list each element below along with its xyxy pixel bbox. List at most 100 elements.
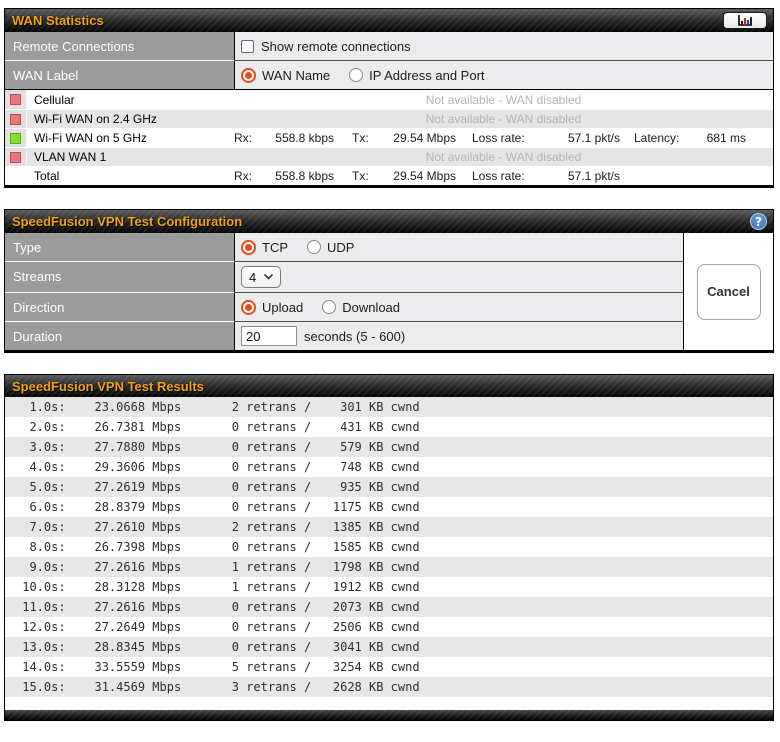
stat-label: Loss rate:	[472, 169, 525, 183]
wan-stats: Not available - WAN disabled	[234, 90, 773, 109]
wan-name-radio[interactable]	[241, 68, 256, 83]
stat-sp-rx: Rx: 558.8 kbps	[234, 169, 334, 183]
stat-value: 558.8 kbps	[275, 169, 334, 183]
udp-radio[interactable]	[307, 240, 321, 254]
stat-value: 57.1 pkt/s	[568, 131, 620, 145]
type-value: TCP UDP	[235, 233, 683, 261]
ip-address-port-radio-label: IP Address and Port	[369, 68, 484, 83]
stat-sp-rx: Rx:558.8 kbps	[234, 131, 334, 145]
ip-address-port-option[interactable]: IP Address and Port	[349, 68, 484, 83]
result-row: 8.0s: 26.7398 Mbps 0 retrans / 1585 KB c…	[5, 537, 773, 557]
ip-address-port-radio[interactable]	[349, 68, 363, 82]
direction-label: Direction	[5, 292, 235, 321]
cancel-cell: Cancel	[683, 233, 773, 350]
vpn-test-config-panel: SpeedFusion VPN Test Configuration ? Typ…	[4, 209, 774, 353]
result-row: 14.0s: 33.5559 Mbps 5 retrans / 3254 KB …	[5, 657, 773, 677]
usage-chart-button[interactable]	[723, 12, 767, 29]
wan-statistics-panel: WAN Statistics Remote Connections Show r…	[4, 8, 774, 188]
wan-status-cell	[5, 129, 27, 147]
wan-label-value: WAN Name IP Address and Port	[235, 60, 773, 89]
stat-label: Rx:	[234, 131, 252, 145]
type-row: Type TCP UDP	[5, 233, 683, 261]
tcp-radio-label: TCP	[262, 240, 288, 255]
vpn-test-results-title: SpeedFusion VPN Test Results	[12, 379, 767, 394]
show-remote-connections-text: Show remote connections	[261, 39, 411, 54]
stat-label: Latency:	[634, 131, 679, 145]
result-row: 13.0s: 28.8345 Mbps 0 retrans / 3041 KB …	[5, 637, 773, 657]
vpn-test-config-rows: Type TCP UDP Streams 4	[5, 233, 683, 350]
wan-stats: Rx: 558.8 kbps Tx: 29.54 Mbps Loss rate: 57.1…	[234, 167, 773, 185]
tcp-radio[interactable]	[241, 240, 256, 255]
result-row: 6.0s: 28.8379 Mbps 0 retrans / 1175 KB c…	[5, 497, 773, 517]
stat-value: 29.54 Mbps	[393, 169, 456, 183]
streams-select-value: 4	[249, 270, 256, 285]
wan-row: Cellular Not available - WAN disabled	[5, 90, 773, 109]
result-row: 2.0s: 26.7381 Mbps 0 retrans / 431 KB cw…	[5, 417, 773, 437]
results-spacer	[5, 697, 773, 710]
result-row: 11.0s: 27.2616 Mbps 0 retrans / 2073 KB …	[5, 597, 773, 617]
wan-row: Wi-Fi WAN on 5 GHz Rx:558.8 kbps Tx: 29.54…	[5, 128, 773, 147]
bar-chart-icon	[737, 15, 753, 27]
wan-name-radio-label: WAN Name	[262, 68, 330, 83]
upload-radio[interactable]	[241, 300, 256, 315]
stat-sp-loss: Loss rate: 57.1 pkt/s	[472, 169, 620, 183]
stat-sp-tx: Tx: 29.54 Mbps	[352, 131, 456, 145]
direction-value: Upload Download	[235, 292, 683, 321]
streams-row: Streams 4	[5, 261, 683, 292]
vpn-test-config-body: Type TCP UDP Streams 4	[5, 233, 773, 350]
duration-suffix: seconds (5 - 600)	[304, 329, 405, 344]
wan-status-icon	[10, 152, 21, 163]
direction-row: Direction Upload Download	[5, 292, 683, 321]
type-udp-option[interactable]: UDP	[307, 240, 354, 255]
stat-sp-lat: Latency: 681 ms	[634, 131, 746, 145]
remote-connections-value: Show remote connections	[235, 32, 773, 60]
download-radio-label: Download	[342, 300, 400, 315]
streams-value-cell: 4	[235, 261, 683, 292]
direction-download-option[interactable]: Download	[322, 300, 400, 315]
wan-name: VLAN WAN 1	[27, 148, 234, 166]
stat-label: Tx:	[352, 131, 369, 145]
wan-label-row: WAN Label WAN Name IP Address and Port	[5, 60, 773, 89]
duration-label: Duration	[5, 321, 235, 350]
stat-sp-tx: Tx: 29.54 Mbps	[352, 169, 456, 183]
stat-label: Loss rate:	[472, 131, 525, 145]
streams-label: Streams	[5, 261, 235, 292]
result-row: 9.0s: 27.2616 Mbps 1 retrans / 1798 KB c…	[5, 557, 773, 577]
wan-name: Wi-Fi WAN on 5 GHz	[27, 129, 234, 147]
result-row: 1.0s: 23.0668 Mbps 2 retrans / 301 KB cw…	[5, 397, 773, 417]
vpn-test-results-header: SpeedFusion VPN Test Results	[5, 375, 773, 397]
stat-value: 681 ms	[707, 131, 746, 145]
cancel-button[interactable]: Cancel	[697, 264, 761, 320]
result-row: 4.0s: 29.3606 Mbps 0 retrans / 748 KB cw…	[5, 457, 773, 477]
wan-stats: Not available - WAN disabled	[234, 148, 773, 166]
streams-select[interactable]: 4	[241, 266, 281, 288]
stat-label: Tx:	[352, 169, 369, 183]
vpn-test-config-title: SpeedFusion VPN Test Configuration	[12, 214, 750, 229]
wan-name: Wi-Fi WAN on 2.4 GHz	[27, 110, 234, 128]
download-radio[interactable]	[322, 300, 336, 314]
remote-connections-label: Remote Connections	[5, 32, 235, 60]
wan-row: Total Rx: 558.8 kbps Tx: 29.54 Mbps Loss rat…	[5, 166, 773, 185]
result-row: 12.0s: 27.2649 Mbps 0 retrans / 2506 KB …	[5, 617, 773, 637]
result-row: 7.0s: 27.2610 Mbps 2 retrans / 1385 KB c…	[5, 517, 773, 537]
direction-upload-option[interactable]: Upload	[241, 300, 303, 315]
wan-status-cell	[5, 148, 27, 166]
stat-label: Rx:	[234, 169, 252, 183]
wan-status-cell	[5, 110, 27, 128]
wan-statistics-title: WAN Statistics	[12, 13, 723, 28]
type-tcp-option[interactable]: TCP	[241, 240, 288, 255]
wan-name: Total	[27, 167, 234, 185]
duration-input[interactable]	[241, 326, 297, 346]
wan-disabled-message: Not available - WAN disabled	[426, 112, 582, 126]
show-remote-connections-checkbox[interactable]	[241, 40, 254, 53]
wan-name-option[interactable]: WAN Name	[241, 68, 330, 83]
chevron-down-icon	[264, 274, 273, 280]
wan-status-cell	[5, 167, 27, 185]
udp-radio-label: UDP	[327, 240, 354, 255]
stat-value: 57.1 pkt/s	[568, 169, 620, 183]
result-row: 3.0s: 27.7880 Mbps 0 retrans / 579 KB cw…	[5, 437, 773, 457]
stat-value: 29.54 Mbps	[393, 131, 456, 145]
help-icon[interactable]: ?	[750, 213, 767, 230]
wan-status-cell	[5, 90, 27, 109]
duration-value-cell: seconds (5 - 600)	[235, 321, 683, 350]
